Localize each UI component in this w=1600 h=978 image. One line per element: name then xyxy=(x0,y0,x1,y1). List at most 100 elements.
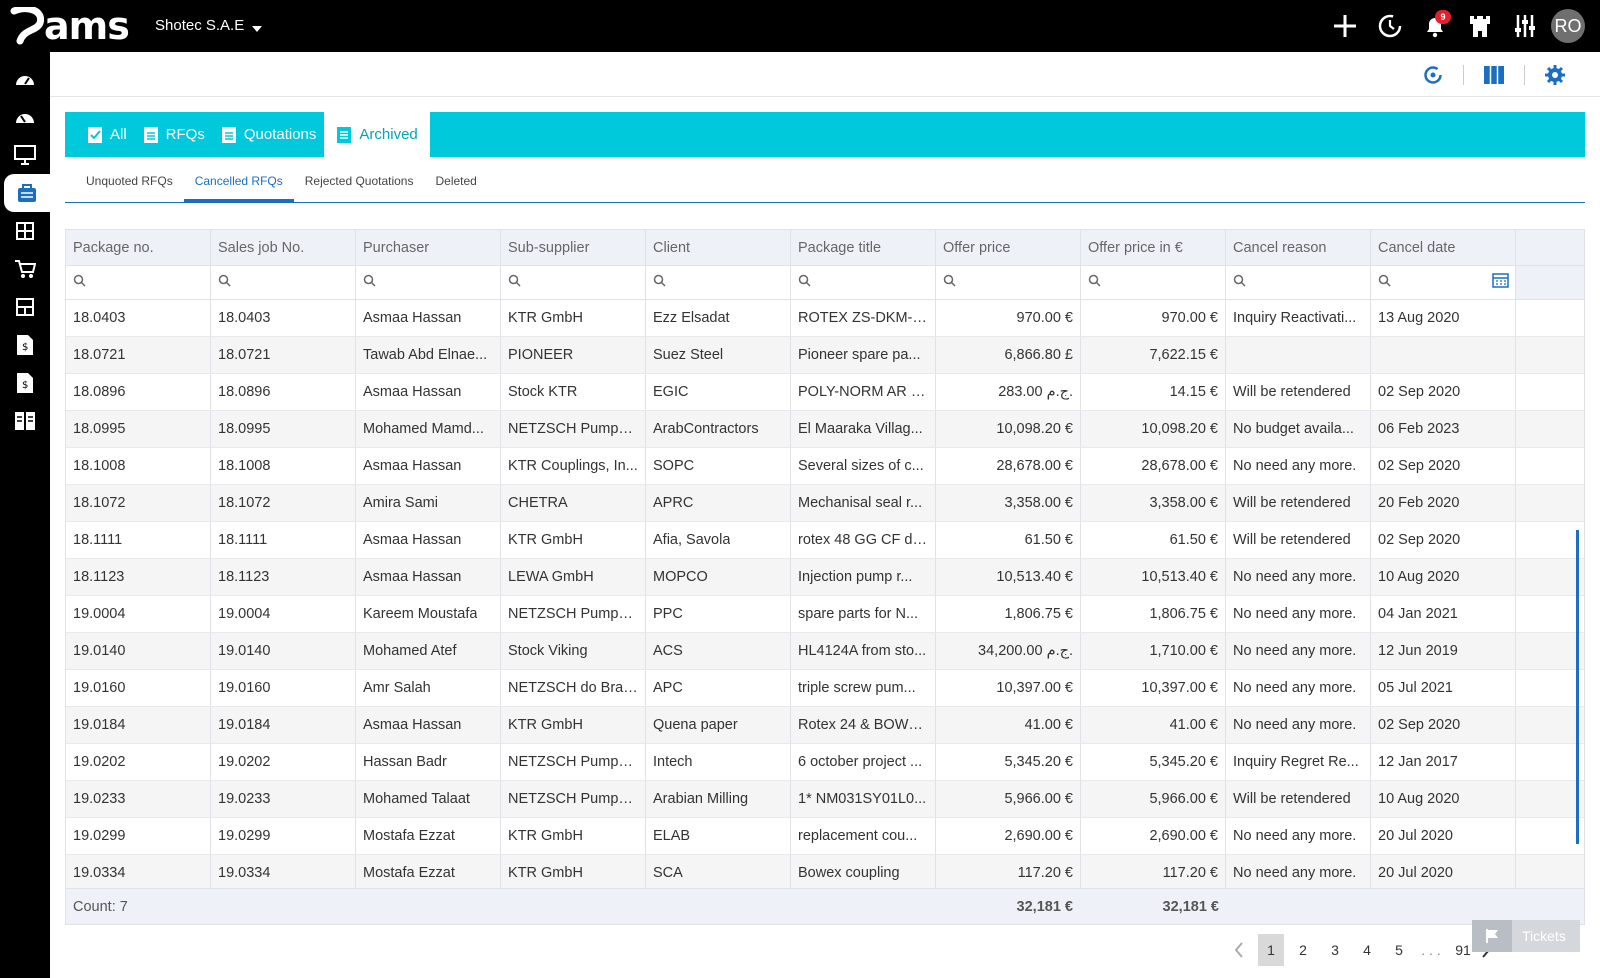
column-header[interactable]: Cancel date xyxy=(1371,230,1516,265)
cell-value: POLY-NORM AR 1... xyxy=(798,384,928,400)
table-row[interactable]: 19.0140 19.0140 Mohamed Atef Stock Viking AC… xyxy=(66,633,1584,670)
column-header[interactable]: Package title xyxy=(791,230,936,265)
table-row[interactable]: 19.0202 19.0202 Hassan Badr NETZSCH Pumpe..… xyxy=(66,744,1584,781)
column-filter[interactable] xyxy=(936,266,1081,299)
column-filter[interactable] xyxy=(1081,266,1226,299)
sidebar-item-monitor[interactable] xyxy=(0,136,50,174)
cell-value: 2,690.00 € xyxy=(1004,828,1073,844)
table-row[interactable]: 19.0299 19.0299 Mostafa Ezzat KTR GmbH ELAB r… xyxy=(66,818,1584,855)
page-1[interactable]: 1 xyxy=(1258,934,1284,966)
table-row[interactable]: 18.1111 18.1111 Asmaa Hassan KTR GmbH Afia, … xyxy=(66,522,1584,559)
cell-value: MOPCO xyxy=(653,569,708,585)
tab-rfqs[interactable]: RFQs xyxy=(135,112,213,157)
calendar-icon[interactable] xyxy=(1492,272,1509,292)
table-row[interactable]: 18.0721 18.0721 Tawab Abd Elnae... PIONEER S… xyxy=(66,337,1584,374)
company-selector[interactable]: Shotec S.A.E xyxy=(155,17,263,34)
cell-value: 12 Jun 2019 xyxy=(1378,643,1458,659)
sidebar-item-sales[interactable] xyxy=(4,174,50,212)
cell-value: Rotex 24 & BOWE... xyxy=(798,717,928,733)
page-5[interactable]: 5 xyxy=(1383,934,1415,966)
notifications-button[interactable]: 9 xyxy=(1412,0,1457,52)
column-filter[interactable] xyxy=(356,266,501,299)
subtab-cancelled-rfqs[interactable]: Cancelled RFQs xyxy=(183,160,294,202)
table-cell xyxy=(1371,337,1516,373)
table-row[interactable]: 18.0995 18.0995 Mohamed Mamd... NETZSCH Pum… xyxy=(66,411,1584,448)
column-filter[interactable] xyxy=(66,266,211,299)
table-row[interactable]: 19.0334 19.0334 Mostafa Ezzat KTR GmbH SCA Bo… xyxy=(66,855,1584,889)
column-header[interactable]: Purchaser xyxy=(356,230,501,265)
sub-tabs: Unquoted RFQs Cancelled RFQs Rejected Qu… xyxy=(65,160,1585,203)
castle-button[interactable] xyxy=(1457,0,1502,52)
table-cell xyxy=(1226,337,1371,373)
table-cell: KTR GmbH xyxy=(501,707,646,743)
cell-value: 5,966.00 € xyxy=(1004,791,1073,807)
cell-value: Inquiry Reactivati... xyxy=(1233,310,1357,326)
add-button[interactable] xyxy=(1322,0,1367,52)
column-filter[interactable] xyxy=(501,266,646,299)
column-filter[interactable] xyxy=(791,266,936,299)
sidebar-item-dashboard-2[interactable] xyxy=(0,98,50,136)
cell-value: 19.0184 xyxy=(218,717,271,733)
table-cell: No need any more. xyxy=(1226,559,1371,595)
column-header[interactable]: Offer price in € xyxy=(1081,230,1226,265)
column-header[interactable]: Sub-supplier xyxy=(501,230,646,265)
tickets-button[interactable]: Tickets xyxy=(1472,920,1580,952)
sidebar-item-documents[interactable] xyxy=(0,212,50,250)
column-filter[interactable] xyxy=(211,266,356,299)
refresh-button[interactable] xyxy=(1403,52,1463,97)
cell-value: Will be retendered xyxy=(1233,791,1351,807)
subtab-deleted[interactable]: Deleted xyxy=(424,160,487,202)
table-cell: Bowex coupling xyxy=(791,855,936,889)
sidebar-item-cart[interactable] xyxy=(0,250,50,288)
table-row[interactable]: 19.0233 19.0233 Mohamed Talaat NETZSCH Pump… xyxy=(66,781,1584,818)
table-row[interactable]: 18.1123 18.1123 Asmaa Hassan LEWA GmbH MOPCO… xyxy=(66,559,1584,596)
page-3[interactable]: 3 xyxy=(1319,934,1351,966)
sidebar-item-reports[interactable] xyxy=(0,402,50,440)
table-row[interactable]: 19.0184 19.0184 Asmaa Hassan KTR GmbH Quena … xyxy=(66,707,1584,744)
sidebar-item-dashboard[interactable] xyxy=(0,60,50,98)
tab-all[interactable]: All xyxy=(79,112,135,157)
avatar[interactable]: RO xyxy=(1551,9,1585,43)
table-row[interactable]: 18.0896 18.0896 Asmaa Hassan Stock KTR EGIC P… xyxy=(66,374,1584,411)
table-cell: 2,690.00 € xyxy=(1081,818,1226,854)
column-header[interactable]: Sales job No. xyxy=(211,230,356,265)
column-filter[interactable] xyxy=(1226,266,1371,299)
table-cell: 18.1008 xyxy=(211,448,356,484)
app-logo[interactable]: ams xyxy=(10,4,130,48)
column-filter[interactable] xyxy=(1371,266,1516,299)
settings-sliders-button[interactable] xyxy=(1502,0,1547,52)
cell-value: 10 Aug 2020 xyxy=(1378,791,1460,807)
table-row[interactable]: 18.1008 18.1008 Asmaa Hassan KTR Couplings,… xyxy=(66,448,1584,485)
column-filter[interactable] xyxy=(646,266,791,299)
previous-page-button[interactable] xyxy=(1223,934,1255,966)
column-header[interactable]: Offer price xyxy=(936,230,1081,265)
table-row[interactable]: 19.0160 19.0160 Amr Salah NETZSCH do Bras..… xyxy=(66,670,1584,707)
cell-value: Several sizes of c... xyxy=(798,458,924,474)
settings-button[interactable] xyxy=(1525,52,1585,97)
column-header[interactable]: Client xyxy=(646,230,791,265)
tab-quotations[interactable]: Quotations xyxy=(213,112,325,157)
table-cell: 19.0202 xyxy=(66,744,211,780)
columns-button[interactable] xyxy=(1464,52,1524,97)
cell-value: 3,358.00 € xyxy=(1149,495,1218,511)
table-cell: Intech xyxy=(646,744,791,780)
history-button[interactable] xyxy=(1367,0,1412,52)
table-row[interactable]: 18.1072 18.1072 Amira Sami CHETRA APRC Mechan… xyxy=(66,485,1584,522)
tab-archived[interactable]: Archived xyxy=(324,112,430,157)
subtab-unquoted-rfqs[interactable]: Unquoted RFQs xyxy=(75,160,184,202)
table-cell: 18.1072 xyxy=(66,485,211,521)
table-row[interactable]: 19.0004 19.0004 Kareem Moustafa NETZSCH Pum… xyxy=(66,596,1584,633)
column-header[interactable]: Package no. xyxy=(66,230,211,265)
sidebar-item-inventory[interactable] xyxy=(0,288,50,326)
cell-value: PIONEER xyxy=(508,347,574,363)
table-cell: Will be retendered xyxy=(1226,374,1371,410)
page-4[interactable]: 4 xyxy=(1351,934,1383,966)
column-header[interactable]: Cancel reason xyxy=(1226,230,1371,265)
subtab-rejected-quotations[interactable]: Rejected Quotations xyxy=(294,160,425,202)
page-2[interactable]: 2 xyxy=(1287,934,1319,966)
sidebar-item-invoices[interactable]: $ xyxy=(0,326,50,364)
sidebar-item-payments[interactable]: $ xyxy=(0,364,50,402)
table-row[interactable]: 18.0403 18.0403 Asmaa Hassan KTR GmbH Ezz El… xyxy=(66,300,1584,337)
vertical-scrollbar[interactable] xyxy=(1576,530,1579,844)
top-bar: ams Shotec S.A.E 9 RO xyxy=(0,0,1600,52)
